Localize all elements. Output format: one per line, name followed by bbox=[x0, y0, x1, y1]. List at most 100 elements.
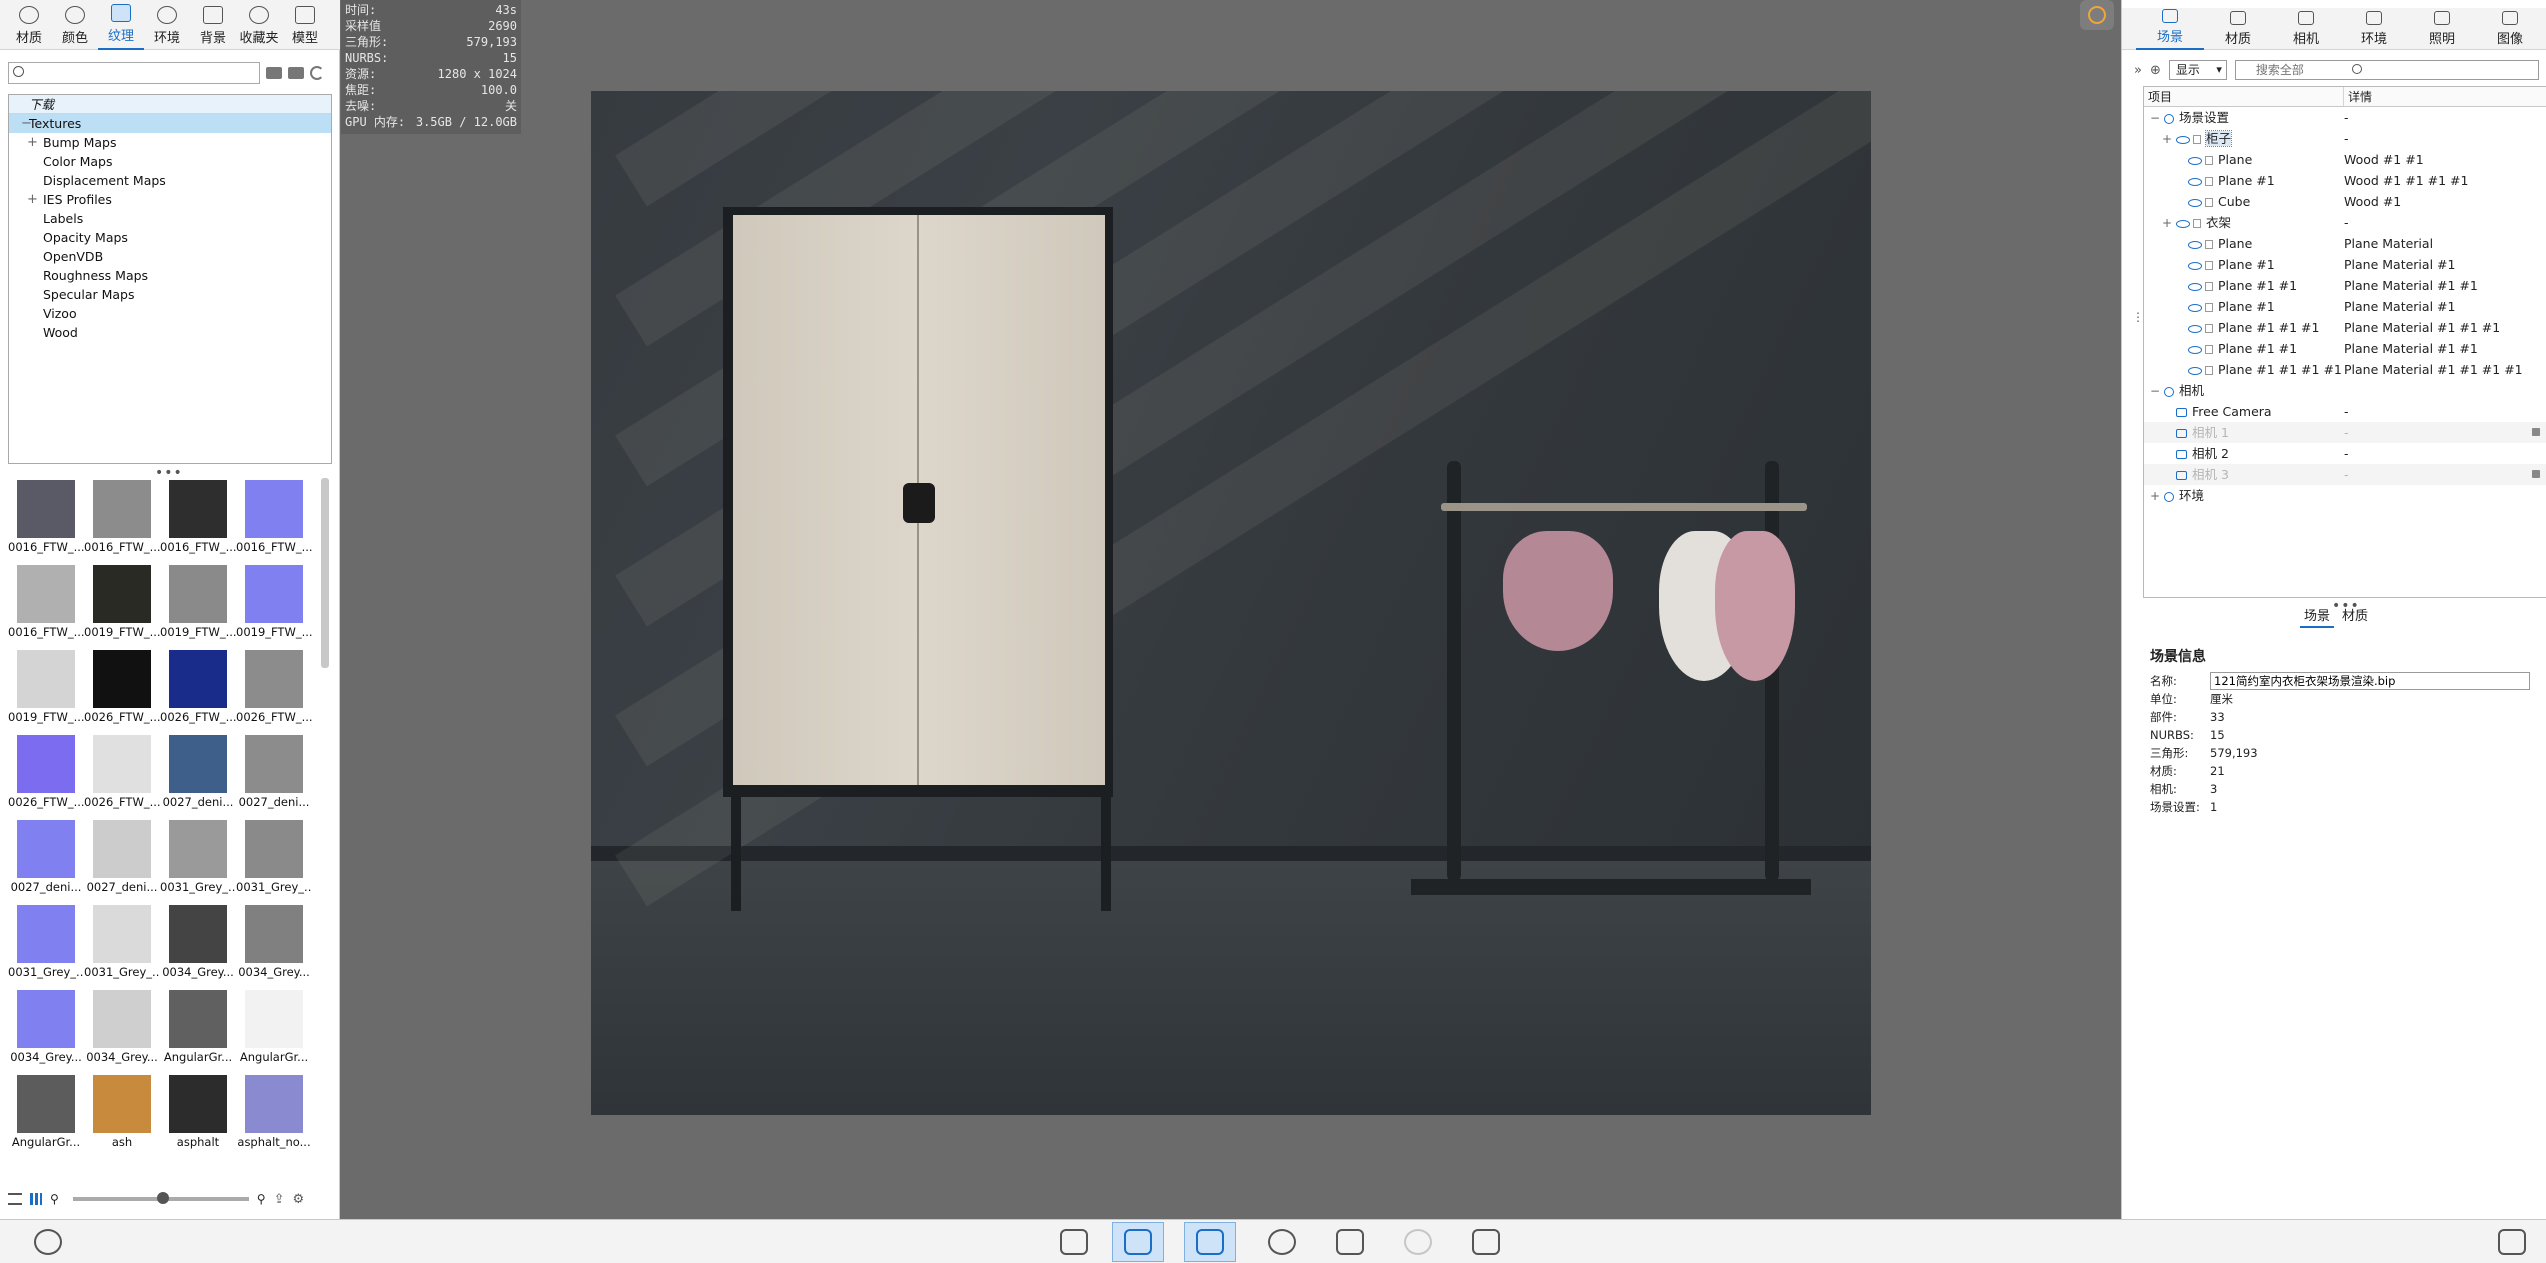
project-tab-5[interactable]: 图像 bbox=[2476, 8, 2544, 50]
outliner-row[interactable]: + 衣架 - bbox=[2144, 212, 2546, 233]
texture-thumbnail[interactable]: 0019_FTW_... bbox=[84, 560, 160, 639]
tree-item[interactable]: Displacement Maps bbox=[9, 171, 331, 190]
texture-thumbnail[interactable]: 0016_FTW_... bbox=[236, 475, 312, 554]
texture-thumbnail[interactable]: 0026_FTW_... bbox=[84, 645, 160, 724]
slider-knob[interactable] bbox=[157, 1192, 170, 1204]
tree-item[interactable]: Vizoo bbox=[9, 304, 331, 323]
tree-item[interactable]: OpenVDB bbox=[9, 247, 331, 266]
tree-item[interactable]: Labels bbox=[9, 209, 331, 228]
tab-5[interactable]: 收藏夹 bbox=[236, 0, 282, 50]
tab-0[interactable]: 材质 bbox=[6, 0, 52, 50]
expand-icon[interactable]: + bbox=[27, 190, 38, 209]
texture-thumbnail[interactable]: 0034_Grey... bbox=[8, 985, 84, 1064]
collapse-icon[interactable]: − bbox=[2150, 108, 2160, 128]
texture-thumbnail[interactable]: asphalt bbox=[160, 1070, 236, 1149]
texture-thumbnail[interactable]: 0019_FTW_... bbox=[160, 560, 236, 639]
texture-thumbnail[interactable]: 0026_FTW_... bbox=[8, 730, 84, 809]
visibility-eye-icon[interactable] bbox=[2188, 345, 2202, 354]
texture-thumbnail[interactable]: 0027_deni... bbox=[160, 730, 236, 809]
outliner-row[interactable]: Plane #1 #1 #1 #1 Plane Material #1 #1 #1… bbox=[2144, 359, 2546, 380]
scene-name-field[interactable] bbox=[2210, 672, 2530, 690]
texture-thumbnail[interactable]: 0031_Grey_... bbox=[160, 815, 236, 894]
project-tab-3[interactable]: 环境 bbox=[2340, 8, 2408, 50]
texture-thumbnail[interactable]: 0026_FTW_... bbox=[160, 645, 236, 724]
visibility-eye-icon[interactable] bbox=[2188, 177, 2202, 186]
outliner-row[interactable]: Plane #1 #1 Plane Material #1 #1 bbox=[2144, 338, 2546, 359]
tab-4[interactable]: 背景 bbox=[190, 0, 236, 50]
project-tab-0[interactable]: 场景 bbox=[2136, 8, 2204, 50]
expand-icon[interactable]: + bbox=[27, 133, 38, 152]
add-icon[interactable]: ⊕ bbox=[2150, 63, 2161, 78]
outliner-row[interactable]: 相机 2 - bbox=[2144, 443, 2546, 464]
tree-item[interactable]: Wood bbox=[9, 323, 331, 342]
outliner-row[interactable]: 相机 1 - bbox=[2144, 422, 2546, 443]
visibility-eye-icon[interactable] bbox=[2188, 366, 2202, 375]
texture-thumbnail[interactable]: asphalt_no... bbox=[236, 1070, 312, 1149]
cloud-library-icon[interactable] bbox=[2080, 0, 2114, 30]
fullscreen-button[interactable] bbox=[2486, 1222, 2538, 1262]
outliner-row[interactable]: Free Camera - bbox=[2144, 401, 2546, 422]
grid-view-icon[interactable] bbox=[30, 1193, 42, 1205]
texture-thumbnail[interactable]: ash bbox=[84, 1070, 160, 1149]
expand-icon[interactable]: + bbox=[2162, 129, 2172, 149]
zoom-in-icon[interactable]: ⚲ bbox=[257, 1192, 266, 1206]
outliner-row[interactable]: Plane #1 #1 Plane Material #1 #1 bbox=[2144, 275, 2546, 296]
subtab-0[interactable]: 场景 bbox=[2300, 605, 2335, 628]
texture-thumbnail[interactable]: 0034_Grey... bbox=[84, 985, 160, 1064]
subtab-1[interactable]: 材质 bbox=[2338, 605, 2372, 628]
outliner-row[interactable]: 相机 3 - bbox=[2144, 464, 2546, 485]
visibility-eye-icon[interactable] bbox=[2188, 198, 2202, 207]
zoom-out-icon[interactable]: ⚲ bbox=[50, 1192, 59, 1206]
expand-icon[interactable]: + bbox=[2162, 213, 2172, 233]
render-viewport[interactable]: 时间: 43s 采样值 2690 三角形: 579,193 NURBS: 15 资源: 1280 … bbox=[341, 0, 2120, 1219]
tree-item[interactable]: + IES Profiles bbox=[9, 190, 331, 209]
visibility-eye-icon[interactable] bbox=[2176, 219, 2190, 228]
project-tab-2[interactable]: 相机 bbox=[2272, 8, 2340, 50]
upload-icon[interactable]: ⇪ bbox=[274, 1192, 285, 1207]
tab-3[interactable]: 环境 bbox=[144, 0, 190, 50]
screenshot-button[interactable] bbox=[1460, 1222, 1512, 1262]
texture-thumbnail[interactable]: AngularGr... bbox=[160, 985, 236, 1064]
project-button[interactable] bbox=[1184, 1222, 1236, 1262]
tree-item[interactable]: Color Maps bbox=[9, 152, 331, 171]
outliner-row[interactable]: Plane Wood #1 #1 bbox=[2144, 149, 2546, 170]
tree-item[interactable]: Opacity Maps bbox=[9, 228, 331, 247]
column-detail[interactable]: 详情 bbox=[2344, 87, 2546, 106]
tree-item[interactable]: Roughness Maps bbox=[9, 266, 331, 285]
rendered-image[interactable] bbox=[591, 91, 1871, 1115]
visibility-eye-icon[interactable] bbox=[2188, 303, 2202, 312]
visibility-eye-icon[interactable] bbox=[2188, 240, 2202, 249]
texture-thumbnail[interactable]: 0031_Grey_... bbox=[236, 815, 312, 894]
outliner-row[interactable]: Plane #1 Plane Material #1 bbox=[2144, 254, 2546, 275]
visibility-eye-icon[interactable] bbox=[2188, 156, 2202, 165]
texture-thumbnail[interactable]: 0027_deni... bbox=[8, 815, 84, 894]
lock-icon[interactable] bbox=[2532, 428, 2540, 436]
texture-thumbnail[interactable]: 0031_Grey_... bbox=[8, 900, 84, 979]
texture-search-input[interactable] bbox=[8, 62, 260, 84]
column-item[interactable]: 项目 bbox=[2144, 87, 2344, 106]
outliner-row[interactable]: + 环境 bbox=[2144, 485, 2546, 506]
collapse-icon[interactable]: » bbox=[2134, 63, 2142, 78]
outliner-row[interactable]: + 柜子 - bbox=[2144, 128, 2546, 149]
tree-item-downloads[interactable]: 下载 bbox=[9, 95, 331, 114]
outliner-row[interactable]: − 相机 bbox=[2144, 380, 2546, 401]
outliner-row[interactable]: Cube Wood #1 bbox=[2144, 191, 2546, 212]
texture-thumbnail[interactable]: 0034_Grey... bbox=[236, 900, 312, 979]
refresh-icon[interactable] bbox=[310, 66, 324, 80]
panel-resize-handle[interactable]: ⋮ bbox=[2132, 310, 2144, 324]
scene-search-input[interactable] bbox=[2234, 60, 2539, 80]
visibility-eye-icon[interactable] bbox=[2176, 135, 2190, 144]
model-button[interactable] bbox=[1324, 1222, 1376, 1262]
outliner-row[interactable]: Plane Plane Material bbox=[2144, 233, 2546, 254]
tree-item-textures[interactable]: − Textures bbox=[9, 114, 331, 133]
outliner-row[interactable]: Plane #1 Wood #1 #1 #1 #1 bbox=[2144, 170, 2546, 191]
outliner-row[interactable]: Plane #1 #1 #1 Plane Material #1 #1 #1 bbox=[2144, 317, 2546, 338]
lock-icon[interactable] bbox=[2532, 470, 2540, 478]
display-dropdown[interactable]: 显示 bbox=[2168, 60, 2227, 80]
outliner-row[interactable]: Plane #1 Plane Material #1 bbox=[2144, 296, 2546, 317]
list-view-icon[interactable] bbox=[8, 1193, 22, 1205]
texture-thumbnail[interactable]: 0031_Grey_... bbox=[84, 900, 160, 979]
outliner-row[interactable]: − 场景设置 - bbox=[2144, 107, 2546, 128]
texture-thumbnail[interactable]: 0026_FTW_... bbox=[84, 730, 160, 809]
library-button[interactable] bbox=[1112, 1222, 1164, 1262]
